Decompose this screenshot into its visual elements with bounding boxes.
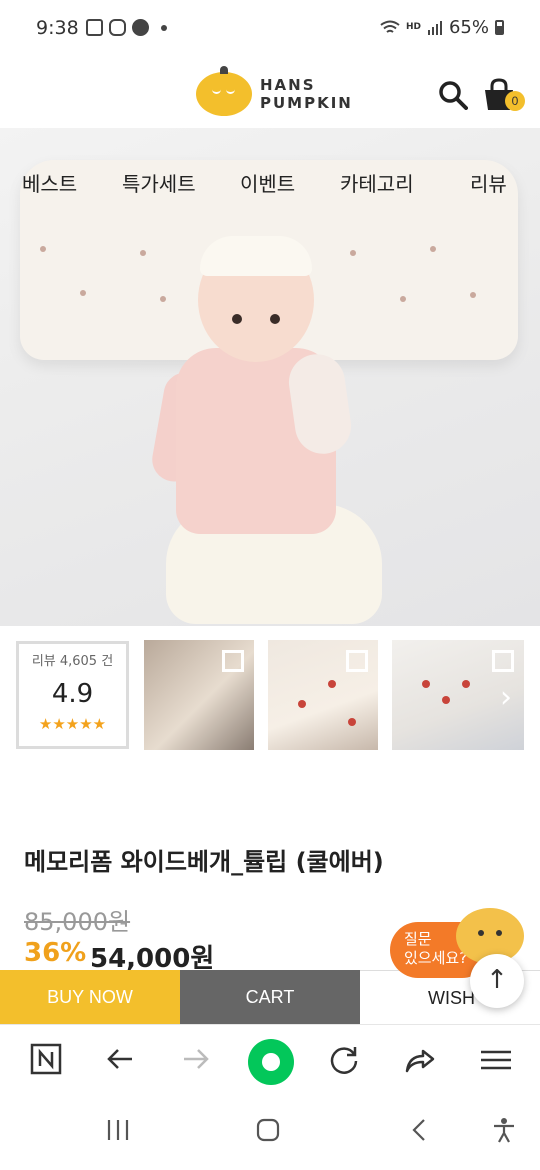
instagram-icon — [109, 19, 126, 36]
review-count: 리뷰 4,605 건 — [31, 654, 114, 669]
nav-item-event[interactable]: 이벤트 — [240, 168, 295, 197]
refresh-icon[interactable] — [324, 1043, 364, 1083]
notification-icons — [86, 19, 167, 36]
back-icon[interactable] — [406, 1116, 434, 1150]
status-indicators: HD 65% — [380, 17, 504, 38]
menu-icon[interactable] — [476, 1043, 516, 1083]
review-score: 4.9 — [51, 679, 94, 709]
naver-n-icon[interactable] — [26, 1043, 66, 1083]
original-price: 85,000원 — [24, 908, 131, 936]
buy-now-button[interactable]: BUY NOW — [0, 970, 180, 1024]
review-thumbnail[interactable] — [268, 640, 378, 750]
pumpkin-logo-icon — [196, 66, 252, 116]
signal-icon — [427, 20, 442, 35]
product-hero-image[interactable] — [0, 86, 540, 626]
cart-button[interactable]: CART — [180, 970, 360, 1024]
more-notifications-icon — [161, 24, 167, 31]
nav-item-best[interactable]: 베스트 — [22, 168, 77, 197]
brand-name: HANS PUMPKIN — [260, 76, 353, 112]
category-nav: 베스트 특가세트 이벤트 카테고리 리뷰 — [0, 168, 540, 198]
product-title: 메모리폼 와이드베개_튤립 (쿨에버) — [24, 848, 384, 876]
search-icon[interactable] — [438, 80, 468, 110]
kakaotalk-icon — [132, 19, 149, 36]
home-button-icon[interactable] — [254, 1116, 282, 1150]
review-thumbnail[interactable] — [144, 640, 254, 750]
multi-image-icon — [492, 650, 514, 672]
brand-name-line2: PUMPKIN — [260, 94, 353, 112]
battery-icon — [495, 20, 504, 35]
nav-item-category[interactable]: 카테고리 — [340, 168, 414, 197]
discount-rate: 36% — [24, 938, 87, 968]
share-icon[interactable] — [400, 1043, 440, 1083]
brand-name-line1: HANS — [260, 76, 316, 94]
nav-item-review[interactable]: 리뷰 — [470, 168, 507, 197]
status-time: 9:38 — [36, 17, 79, 39]
nav-item-special-set[interactable]: 특가세트 — [122, 168, 196, 197]
hd-voice-badge: HD — [405, 22, 421, 32]
arrow-up-icon[interactable]: ↑ — [470, 954, 524, 1008]
system-navigation — [0, 1100, 540, 1170]
brand-logo[interactable]: HANS PUMPKIN — [196, 66, 353, 116]
forward-arrow-icon[interactable] — [176, 1043, 216, 1083]
chevron-right-icon[interactable]: › — [500, 680, 512, 715]
review-summary[interactable]: 리뷰 4,605 건 4.9 ★★★★★ — [16, 641, 129, 749]
rating-stars: ★★★★★ — [38, 715, 107, 733]
home-icon[interactable] — [248, 1039, 294, 1085]
multi-image-icon — [222, 650, 244, 672]
back-arrow-icon[interactable] — [100, 1043, 140, 1083]
gallery-icon — [86, 19, 103, 36]
cart-count-badge: 0 — [505, 91, 525, 111]
status-bar: 9:38 HD 65% — [0, 0, 540, 58]
multi-image-icon — [346, 650, 368, 672]
wifi-icon — [380, 20, 400, 33]
battery-percent: 65% — [448, 17, 489, 38]
site-header: HANS PUMPKIN 0 — [0, 58, 540, 128]
recent-apps-icon[interactable] — [104, 1116, 132, 1150]
accessibility-icon[interactable] — [490, 1116, 518, 1150]
browser-toolbar — [0, 1024, 540, 1100]
